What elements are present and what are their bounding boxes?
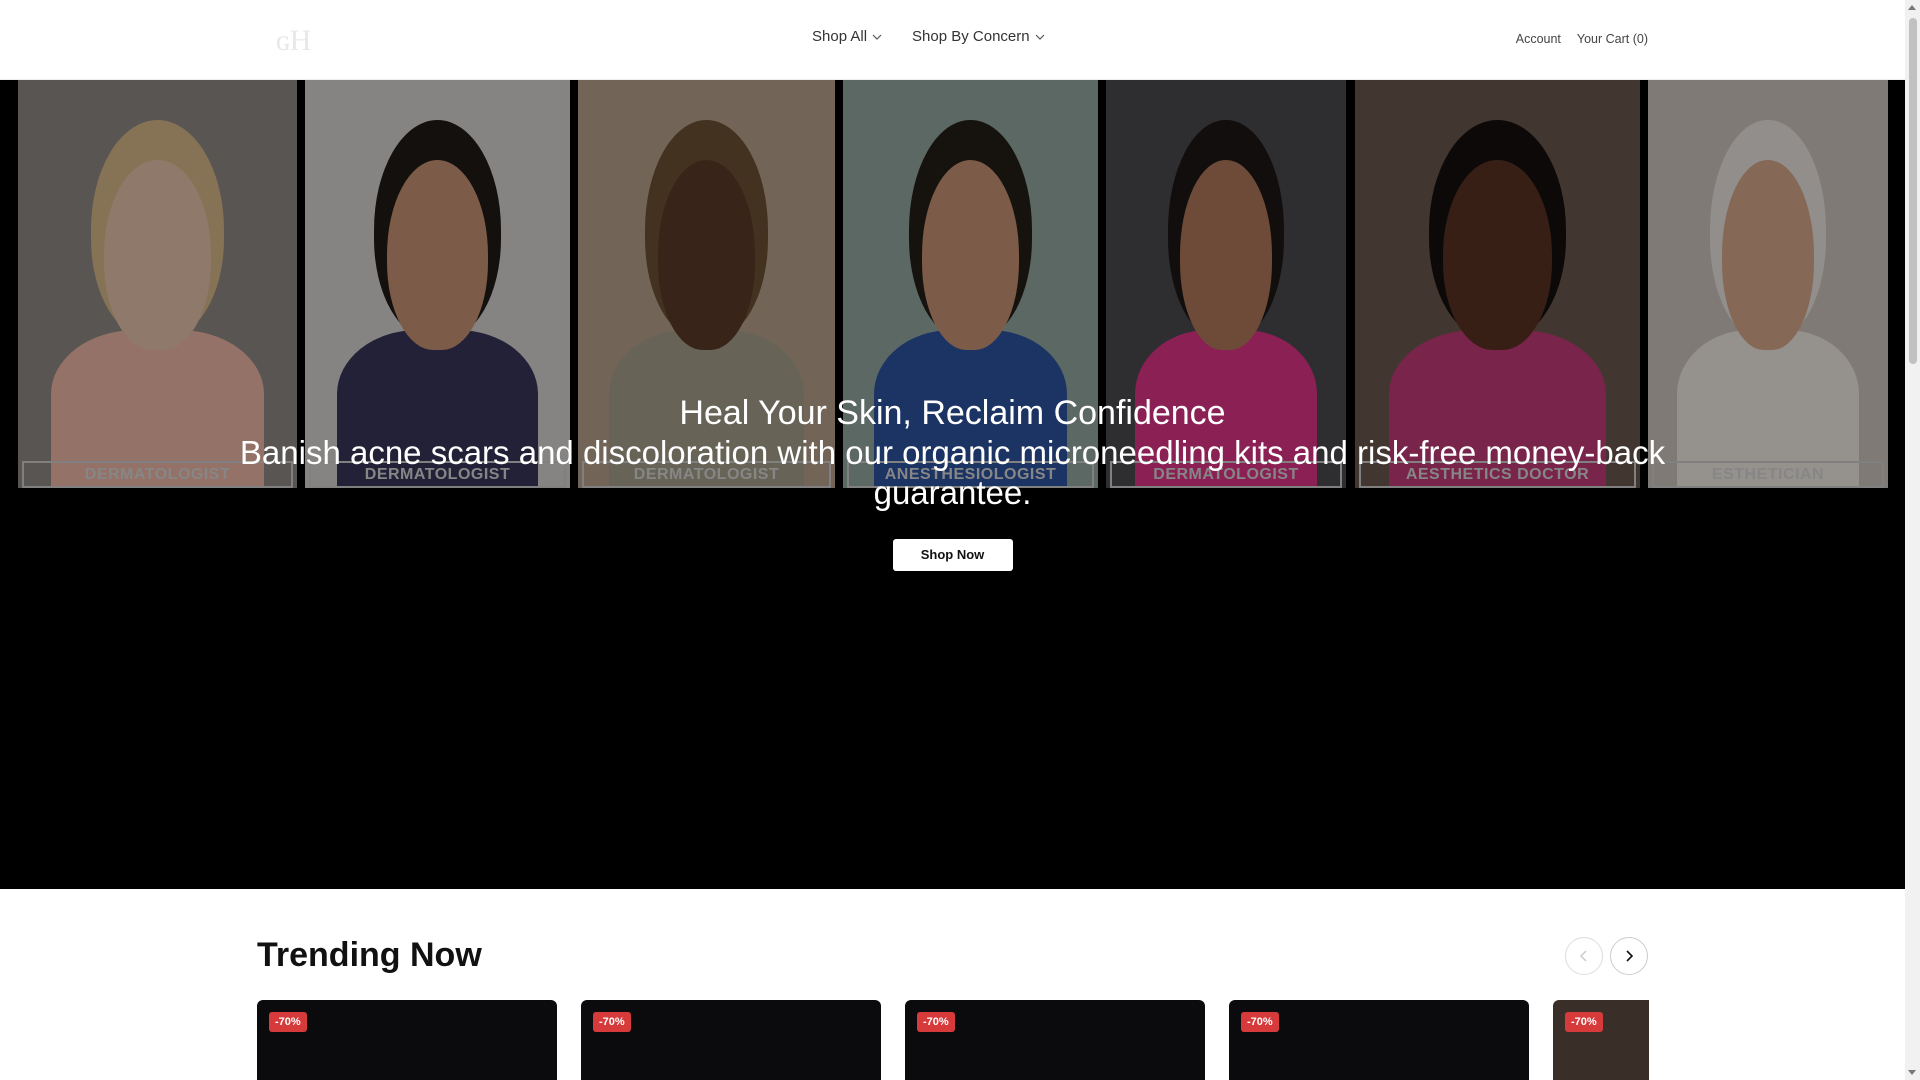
discount-badge: -70% xyxy=(1241,1012,1279,1032)
nav-shop-all-label: Shop All xyxy=(812,28,868,45)
logo-icon[interactable]: ɢH xyxy=(272,18,332,62)
scroll-down-icon[interactable] xyxy=(1908,1070,1916,1075)
hero-subtitle: Banish acne scars and discoloration with… xyxy=(239,434,1666,511)
trending-title: Trending Now xyxy=(257,936,482,974)
carousel-next-button[interactable] xyxy=(1610,937,1648,975)
carousel-prev-button[interactable] xyxy=(1565,937,1603,975)
hero-title: Heal Your Skin, Reclaim Confidence xyxy=(679,394,1226,432)
header-actions: Account Your Cart (0) xyxy=(1516,32,1648,46)
site-header: ɢH Shop All Shop By Concern Account Your… xyxy=(0,0,1905,80)
chevron-right-icon xyxy=(1626,950,1634,962)
svg-text:ɢH: ɢH xyxy=(276,24,311,57)
chevron-down-icon xyxy=(1035,34,1045,40)
scroll-thumb[interactable] xyxy=(1909,18,1917,364)
product-carousel: -70% -70% -70% -70% -70% xyxy=(257,1000,1649,1080)
chevron-down-icon xyxy=(872,34,882,40)
scroll-up-icon[interactable] xyxy=(1908,5,1916,10)
hero-banner: DERMATOLOGIST DERMATOLOGIST DERMATOLOGIST A… xyxy=(0,80,1905,889)
product-card[interactable]: -70% xyxy=(1229,1000,1529,1080)
nav-shop-by-concern[interactable]: Shop By Concern xyxy=(912,28,1045,45)
discount-badge: -70% xyxy=(917,1012,955,1032)
nav-shop-by-concern-label: Shop By Concern xyxy=(912,28,1030,45)
nav-shop-all[interactable]: Shop All xyxy=(812,28,882,45)
cart-link[interactable]: Your Cart (0) xyxy=(1577,32,1648,46)
product-card[interactable]: -70% xyxy=(905,1000,1205,1080)
page-scrollbar[interactable] xyxy=(1905,0,1920,1080)
discount-badge: -70% xyxy=(593,1012,631,1032)
hero-content: Heal Your Skin, Reclaim Confidence Banis… xyxy=(0,393,1905,571)
chevron-left-icon xyxy=(1579,950,1587,962)
product-card[interactable]: -70% xyxy=(257,1000,557,1080)
product-card[interactable]: -70% xyxy=(1553,1000,1649,1080)
discount-badge: -70% xyxy=(269,1012,307,1032)
product-card[interactable]: -70% xyxy=(581,1000,881,1080)
discount-badge: -70% xyxy=(1565,1012,1603,1032)
shop-now-button[interactable]: Shop Now xyxy=(892,539,1013,571)
account-link[interactable]: Account xyxy=(1516,32,1561,46)
main-nav: Shop All Shop By Concern xyxy=(812,28,1045,45)
